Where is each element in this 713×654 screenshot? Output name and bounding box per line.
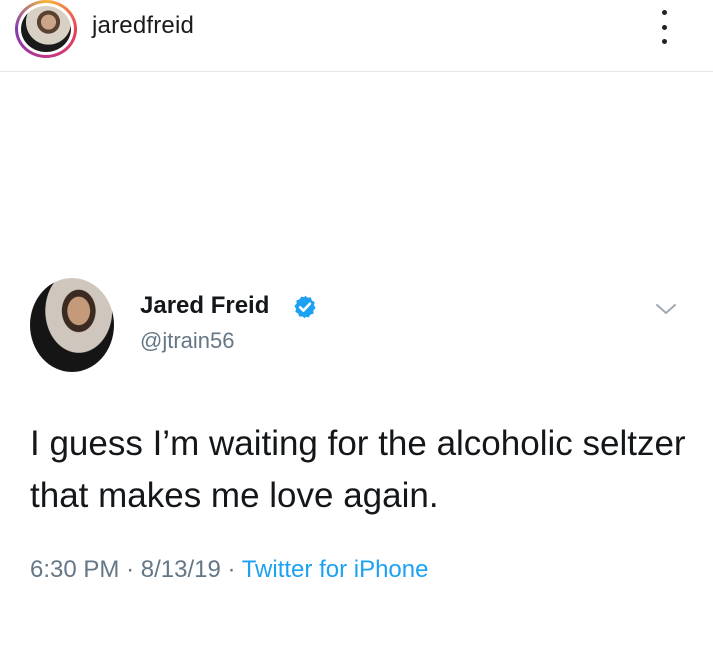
more-dot [661,24,667,30]
more-dot [661,39,667,44]
more-options-icon[interactable] [652,10,676,44]
tweet-date[interactable]: 8/13/19 [141,556,221,583]
tweet-handle[interactable]: @jtrain56 [140,328,235,354]
tweet-display-name[interactable]: Jared Freid [140,292,269,320]
verified-badge-icon [294,295,316,319]
tweet-text: I guess I’m waiting for the alcoholic se… [30,424,686,515]
chevron-down-icon[interactable] [654,300,678,318]
tweet-metadata: 6:30 PM · 8/13/19 · Twitter for iPhone [30,556,428,584]
tweet-source-link[interactable]: Twitter for iPhone [242,556,429,583]
post-header: jaredfreid [0,0,713,72]
tweet-avatar[interactable] [30,278,114,372]
profile-story-ring[interactable] [15,0,77,58]
meta-separator: · [227,556,236,583]
avatar[interactable] [21,6,71,52]
more-dot [661,10,667,15]
meta-separator: · [126,556,135,583]
tweet-time[interactable]: 6:30 PM [30,556,119,583]
username-link[interactable]: jaredfreid [92,12,194,40]
